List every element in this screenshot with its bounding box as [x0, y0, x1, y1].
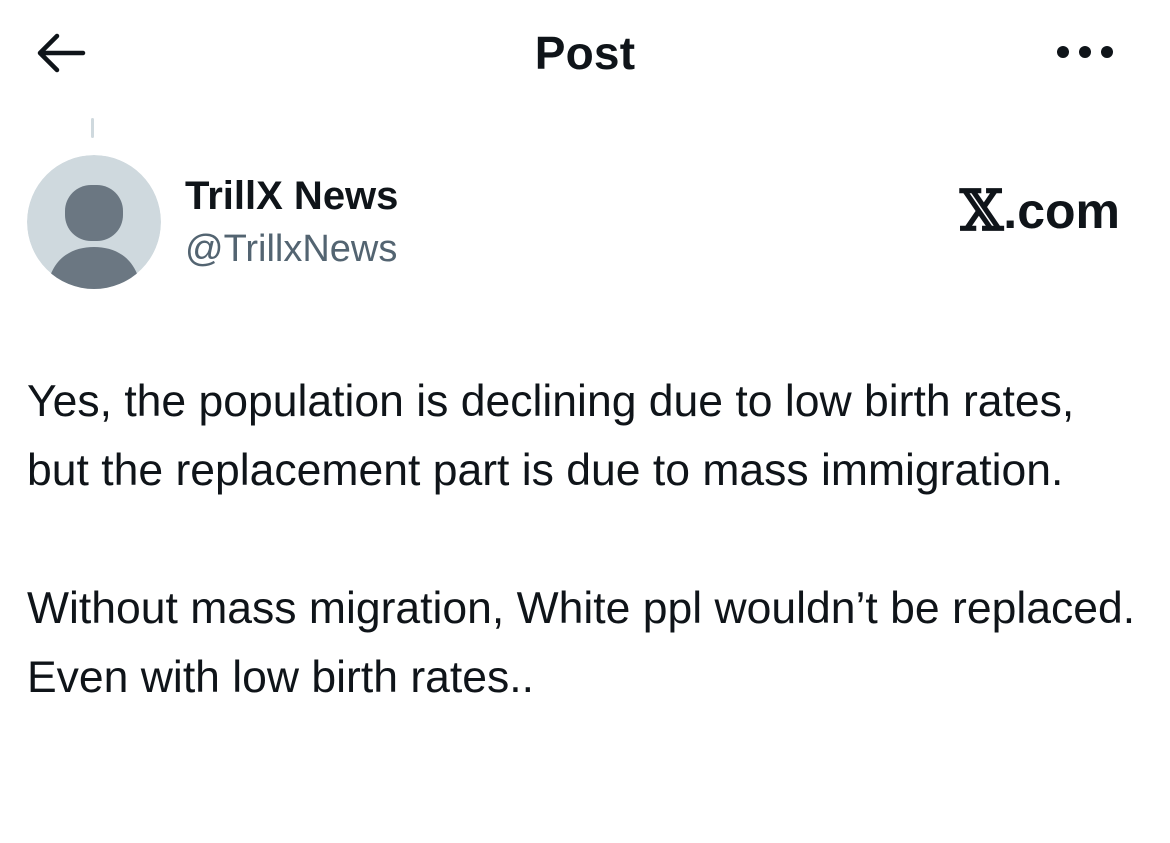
x-logo-icon: 𝕏	[959, 178, 1004, 244]
page-title: Post	[534, 27, 636, 79]
arrow-left-icon	[37, 33, 86, 73]
post-text: Yes, the population is declining due to …	[27, 377, 1136, 702]
default-avatar-icon	[27, 155, 161, 289]
more-horizontal-icon	[1057, 46, 1113, 58]
author-handle[interactable]: @TrillxNews	[185, 228, 397, 271]
top-bar: Post	[0, 0, 1170, 110]
x-com-watermark: 𝕏 .com	[960, 178, 1120, 244]
back-button[interactable]	[30, 28, 90, 78]
watermark-text: .com	[1003, 183, 1120, 239]
avatar[interactable]	[27, 155, 161, 289]
more-options-button[interactable]	[1050, 32, 1120, 72]
thread-connector-line	[91, 118, 94, 138]
author-name[interactable]: TrillX News	[185, 174, 398, 219]
